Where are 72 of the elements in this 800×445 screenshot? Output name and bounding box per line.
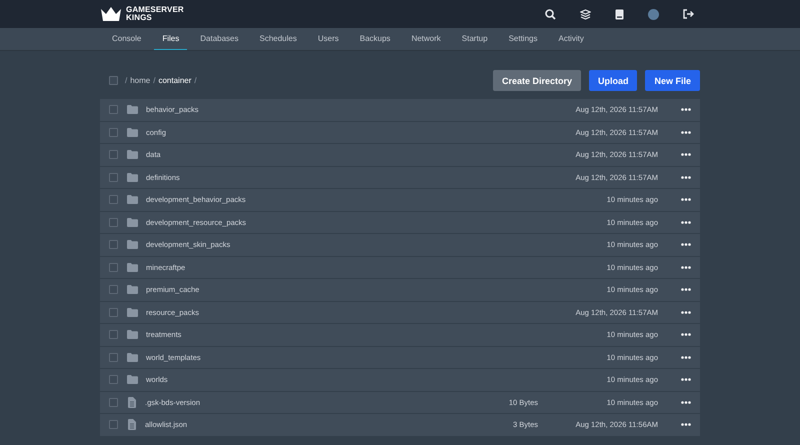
more-options-icon[interactable] bbox=[681, 423, 691, 426]
row-checkbox[interactable] bbox=[109, 308, 118, 317]
folder-icon bbox=[127, 172, 138, 182]
nav-tab[interactable]: Backups bbox=[352, 28, 398, 50]
row-checkbox[interactable] bbox=[109, 128, 118, 137]
folder-icon bbox=[127, 150, 138, 160]
row-checkbox[interactable] bbox=[109, 285, 118, 294]
path-separator: / bbox=[125, 76, 128, 85]
path-separator: / bbox=[153, 76, 156, 85]
breadcrumb-link[interactable]: home bbox=[130, 76, 150, 85]
nav-tab[interactable]: Databases bbox=[192, 28, 246, 50]
more-options-icon[interactable] bbox=[681, 153, 691, 156]
brand-name: KINGS bbox=[126, 14, 153, 22]
row-checkbox[interactable] bbox=[109, 375, 118, 384]
nav-tab[interactable]: Users bbox=[310, 28, 347, 50]
folder-icon bbox=[127, 308, 138, 317]
row-checkbox[interactable] bbox=[109, 105, 118, 114]
folder-icon bbox=[127, 195, 138, 204]
folder-icon bbox=[127, 218, 138, 227]
folder-icon bbox=[127, 240, 138, 250]
avatar-icon[interactable] bbox=[648, 8, 659, 20]
folder-icon bbox=[127, 375, 138, 384]
more-options-icon[interactable] bbox=[681, 356, 691, 359]
action-button[interactable]: New File bbox=[645, 70, 700, 91]
folder-icon bbox=[127, 352, 138, 362]
breadcrumb-link[interactable]: container bbox=[158, 76, 192, 85]
more-options-icon[interactable] bbox=[681, 130, 691, 134]
nav-tab[interactable]: Startup bbox=[454, 28, 496, 50]
nav-tab[interactable]: Network bbox=[403, 28, 449, 50]
row-checkbox[interactable] bbox=[109, 330, 118, 340]
search-icon[interactable] bbox=[545, 8, 556, 20]
nav-tab[interactable]: Activity bbox=[550, 28, 592, 50]
more-options-icon[interactable] bbox=[681, 176, 691, 179]
row-checkbox[interactable] bbox=[109, 218, 118, 227]
row-checkbox[interactable] bbox=[109, 420, 118, 430]
row-checkbox[interactable] bbox=[109, 262, 118, 272]
brand-name: GAMESERVER bbox=[126, 6, 184, 14]
document-icon bbox=[128, 396, 136, 408]
nav-tab[interactable]: Schedules bbox=[252, 28, 305, 50]
path-separator: / bbox=[194, 76, 197, 85]
action-button[interactable]: Upload bbox=[588, 70, 638, 91]
more-options-icon[interactable] bbox=[681, 333, 691, 336]
more-options-icon[interactable] bbox=[681, 198, 691, 202]
more-options-icon[interactable] bbox=[681, 400, 691, 404]
row-checkbox[interactable] bbox=[109, 172, 118, 182]
nav-tab[interactable]: Console bbox=[104, 28, 150, 50]
folder-icon bbox=[127, 285, 138, 294]
more-options-icon[interactable] bbox=[681, 220, 691, 224]
action-button[interactable]: Create Directory bbox=[492, 70, 581, 91]
more-options-icon[interactable] bbox=[681, 378, 691, 382]
more-options-icon[interactable] bbox=[681, 108, 691, 112]
logout-icon[interactable] bbox=[683, 9, 694, 19]
document-icon bbox=[128, 419, 136, 430]
more-options-icon[interactable] bbox=[681, 266, 691, 269]
row-checkbox[interactable] bbox=[109, 240, 118, 250]
row-checkbox[interactable] bbox=[109, 352, 118, 362]
row-checkbox[interactable] bbox=[109, 150, 118, 160]
crown-logo-icon bbox=[100, 6, 122, 22]
folder-icon bbox=[127, 105, 138, 114]
select-all-checkbox[interactable] bbox=[109, 76, 118, 85]
more-options-icon[interactable] bbox=[681, 243, 691, 246]
nav-tab[interactable]: Files bbox=[154, 28, 188, 50]
book-icon[interactable] bbox=[615, 8, 624, 20]
nav-tab[interactable]: Settings bbox=[500, 28, 546, 50]
more-options-icon[interactable] bbox=[681, 310, 691, 314]
folder-icon bbox=[127, 128, 138, 137]
row-checkbox[interactable] bbox=[109, 398, 118, 407]
more-options-icon[interactable] bbox=[681, 288, 691, 292]
folder-icon bbox=[127, 262, 138, 272]
folder-icon bbox=[127, 330, 138, 340]
row-checkbox[interactable] bbox=[109, 195, 118, 204]
layers-icon[interactable] bbox=[580, 8, 591, 20]
